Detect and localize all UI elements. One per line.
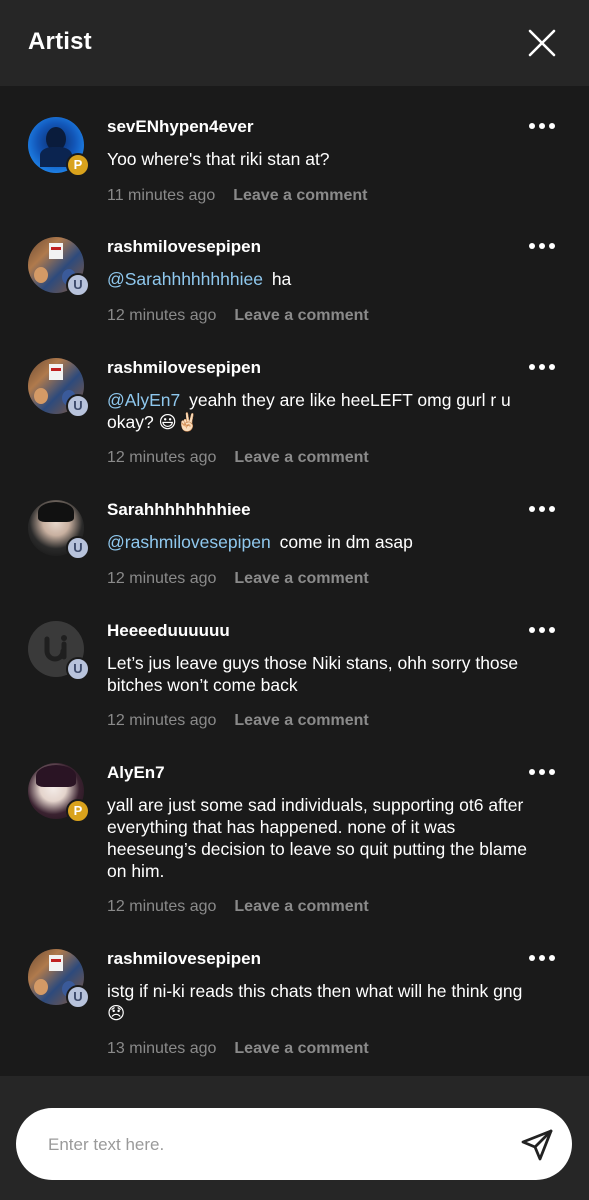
comment-body: istg if ni-ki reads this chats then what…	[107, 981, 523, 1023]
comment-text: @AlyEn7 yeahh they are like heeLEFT omg …	[107, 389, 527, 433]
send-button[interactable]	[518, 1126, 556, 1164]
comment-username[interactable]: AlyEn7	[107, 763, 165, 783]
comment-text: Let’s jus leave guys those Niki stans, o…	[107, 652, 527, 696]
more-icon-dot	[539, 243, 545, 249]
leave-comment-button[interactable]: Leave a comment	[234, 898, 368, 915]
comment-username[interactable]: Sarahhhhhhhhiee	[107, 500, 251, 520]
more-icon-dot	[549, 243, 555, 249]
more-options-button[interactable]	[526, 502, 558, 518]
more-icon-dot	[549, 955, 555, 961]
more-icon-dot	[539, 627, 545, 633]
user-badge: U	[66, 273, 90, 297]
comment-body: ha	[271, 269, 292, 289]
more-options-button[interactable]	[526, 765, 558, 781]
more-icon-dot	[549, 364, 555, 370]
user-badge: U	[66, 536, 90, 560]
comment-meta: 12 minutes ago Leave a comment	[107, 449, 369, 467]
more-icon-dot	[529, 123, 535, 129]
comment-meta: 12 minutes ago Leave a comment	[107, 307, 369, 325]
comment-time: 12 minutes ago	[107, 570, 217, 587]
comment-time: 11 minutes ago	[107, 187, 216, 204]
avatar[interactable]: U	[28, 237, 90, 297]
comment-input-box[interactable]	[16, 1108, 572, 1180]
close-button[interactable]	[526, 27, 558, 59]
more-options-button[interactable]	[526, 951, 558, 967]
avatar[interactable]: U	[28, 621, 90, 681]
leave-comment-button[interactable]: Leave a comment	[234, 307, 368, 324]
comment-body: come in dm asap	[279, 532, 413, 552]
more-icon-dot	[529, 364, 535, 370]
user-badge: U	[66, 657, 90, 681]
comment-username[interactable]: sevENhypen4ever	[107, 117, 253, 137]
close-icon	[528, 29, 556, 57]
comment-body: Let’s jus leave guys those Niki stans, o…	[107, 653, 519, 695]
comment-meta: 12 minutes ago Leave a comment	[107, 898, 369, 916]
more-icon-dot	[529, 955, 535, 961]
comment-text: Yoo where's that riki stan at?	[107, 148, 527, 170]
user-badge: U	[66, 985, 90, 1009]
comment-time: 12 minutes ago	[107, 898, 217, 915]
leave-comment-button[interactable]: Leave a comment	[234, 570, 368, 587]
user-badge: P	[66, 799, 90, 823]
avatar[interactable]: P	[28, 763, 90, 823]
leave-comment-button[interactable]: Leave a comment	[234, 1040, 368, 1057]
comment-username[interactable]: Heeeeduuuuuu	[107, 621, 230, 641]
more-options-button[interactable]	[526, 360, 558, 376]
comment-text: @Sarahhhhhhhhiee ha	[107, 268, 527, 290]
more-icon-dot	[539, 955, 545, 961]
comment-meta: 11 minutes ago Leave a comment	[107, 187, 368, 205]
more-icon-dot	[529, 627, 535, 633]
leave-comment-button[interactable]: Leave a comment	[233, 187, 367, 204]
comment-time: 12 minutes ago	[107, 712, 217, 729]
comment-mention[interactable]: @AlyEn7	[107, 390, 180, 410]
more-icon-dot	[529, 506, 535, 512]
leave-comment-button[interactable]: Leave a comment	[234, 449, 368, 466]
more-icon-dot	[539, 769, 545, 775]
more-options-button[interactable]	[526, 119, 558, 135]
more-options-button[interactable]	[526, 623, 558, 639]
more-icon-dot	[549, 769, 555, 775]
more-icon-dot	[529, 769, 535, 775]
comment-time: 12 minutes ago	[107, 307, 217, 324]
more-options-button[interactable]	[526, 239, 558, 255]
comment-mention[interactable]: @Sarahhhhhhhhiee	[107, 269, 263, 289]
more-icon-dot	[549, 123, 555, 129]
comment-time: 12 minutes ago	[107, 449, 217, 466]
more-icon-dot	[539, 506, 545, 512]
comment-meta: 12 minutes ago Leave a comment	[107, 570, 369, 588]
comment-username[interactable]: rashmilovesepipen	[107, 358, 261, 378]
comment-username[interactable]: rashmilovesepipen	[107, 237, 261, 257]
comment-list[interactable]: P sevENhypen4ever Yoo where's that riki …	[0, 86, 589, 1076]
more-icon-dot	[549, 627, 555, 633]
composer-bar	[0, 1076, 589, 1200]
page-title: Artist	[28, 28, 92, 55]
header-bar: Artist	[0, 0, 589, 86]
comment-text: @rashmilovesepipen come in dm asap	[107, 531, 527, 553]
avatar[interactable]: U	[28, 358, 90, 418]
avatar[interactable]: U	[28, 500, 90, 560]
comment-mention[interactable]: @rashmilovesepipen	[107, 532, 271, 552]
avatar[interactable]: P	[28, 117, 90, 177]
comment-text: yall are just some sad individuals, supp…	[107, 794, 527, 882]
avatar[interactable]: U	[28, 949, 90, 1009]
comment-body: Yoo where's that riki stan at?	[107, 149, 330, 169]
more-icon-dot	[529, 243, 535, 249]
comment-meta: 13 minutes ago Leave a comment	[107, 1040, 369, 1058]
comment-body: yall are just some sad individuals, supp…	[107, 795, 527, 881]
more-icon-dot	[549, 506, 555, 512]
comment-time: 13 minutes ago	[107, 1040, 217, 1057]
comment-meta: 12 minutes ago Leave a comment	[107, 712, 369, 730]
leave-comment-button[interactable]: Leave a comment	[234, 712, 368, 729]
more-icon-dot	[539, 364, 545, 370]
user-badge: P	[66, 153, 90, 177]
comment-input[interactable]	[46, 1128, 490, 1162]
more-icon-dot	[539, 123, 545, 129]
user-badge: U	[66, 394, 90, 418]
comment-username[interactable]: rashmilovesepipen	[107, 949, 261, 969]
comment-text: istg if ni-ki reads this chats then what…	[107, 980, 527, 1024]
send-icon	[521, 1129, 553, 1161]
